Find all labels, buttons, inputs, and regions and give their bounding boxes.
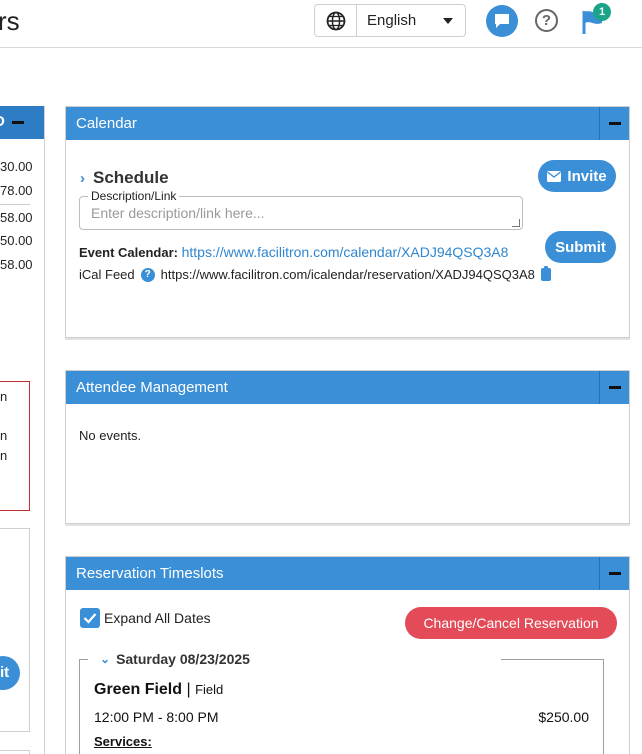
language-value: English bbox=[367, 12, 417, 29]
invite-button[interactable]: Invite bbox=[538, 160, 616, 192]
time-range: 12:00 PM - 8:00 PM bbox=[94, 709, 219, 725]
event-calendar-link[interactable]: https://www.facilitron.com/calendar/XADJ… bbox=[182, 244, 509, 260]
page-title: rs bbox=[0, 6, 20, 36]
invite-label: Invite bbox=[567, 167, 607, 185]
left-card-title: D bbox=[0, 113, 5, 130]
left-amount: 30.00 bbox=[0, 159, 33, 174]
left-card bbox=[0, 750, 30, 754]
envelope-icon bbox=[547, 170, 562, 182]
change-cancel-label: Change/Cancel Reservation bbox=[423, 615, 599, 631]
ical-row: iCal Feed ? https://www.facilitron.com/i… bbox=[79, 266, 551, 282]
empty-state-text: No events. bbox=[79, 428, 142, 443]
timeslots-header: Reservation Timeslots bbox=[66, 557, 629, 590]
left-alert-text: n bbox=[0, 428, 8, 443]
left-alert-text: n bbox=[0, 448, 8, 463]
divider bbox=[501, 659, 603, 660]
top-bar: rs English ? 1 bbox=[0, 0, 642, 48]
description-label: Description/Link bbox=[88, 189, 180, 203]
help-icon[interactable]: ? bbox=[535, 9, 558, 32]
date-label: Saturday 08/23/2025 bbox=[116, 651, 250, 667]
left-card bbox=[0, 528, 30, 732]
question-circle-icon[interactable]: ? bbox=[140, 267, 155, 282]
left-amount: 78.00 bbox=[0, 183, 33, 198]
services-heading: Services: bbox=[94, 734, 152, 749]
submit-label: Submit bbox=[555, 238, 606, 256]
left-amount: 58.00 bbox=[0, 257, 33, 272]
event-calendar-row: Event Calendar: https://www.facilitron.c… bbox=[79, 244, 508, 260]
left-alert-text: n bbox=[0, 389, 8, 404]
globe-icon bbox=[315, 5, 357, 36]
language-select[interactable]: English bbox=[314, 4, 466, 37]
calendar-title: Calendar bbox=[76, 115, 137, 132]
expand-all-checkbox[interactable] bbox=[80, 608, 100, 628]
ical-url: https://www.facilitron.com/icalendar/res… bbox=[160, 267, 535, 282]
timeslots-title: Reservation Timeslots bbox=[76, 565, 224, 582]
schedule-label: Schedule bbox=[93, 168, 169, 187]
divider bbox=[80, 659, 88, 660]
event-calendar-label: Event Calendar: bbox=[79, 245, 178, 260]
divider bbox=[0, 204, 30, 205]
left-amount: 50.00 bbox=[0, 233, 33, 248]
attendee-header: Attendee Management bbox=[66, 371, 629, 404]
calendar-header: Calendar bbox=[66, 107, 629, 140]
clipboard-icon[interactable] bbox=[540, 266, 551, 281]
left-action-label: it bbox=[0, 664, 10, 681]
minimize-icon[interactable] bbox=[12, 121, 24, 124]
minimize-icon[interactable] bbox=[599, 107, 629, 140]
notification-badge: 1 bbox=[593, 3, 611, 21]
date-group: ⌄ Saturday 08/23/2025 Green Field | Fiel… bbox=[79, 651, 604, 754]
facility-name-text: Green Field bbox=[94, 681, 183, 698]
timeslots-card: Reservation Timeslots Expand All Dates C… bbox=[65, 556, 630, 754]
chat-icon[interactable] bbox=[486, 5, 518, 37]
facility-name: Green Field | Field bbox=[94, 681, 223, 699]
left-card-header: D bbox=[0, 106, 45, 139]
chevron-down-icon: ⌄ bbox=[100, 652, 111, 666]
facility-separator: | bbox=[186, 681, 191, 698]
left-amount: 58.00 bbox=[0, 210, 33, 225]
facility-type: Field bbox=[195, 682, 224, 697]
attendee-title: Attendee Management bbox=[76, 379, 228, 396]
price: $250.00 bbox=[538, 709, 589, 725]
description-field[interactable]: Description/Link bbox=[79, 189, 523, 230]
expand-all-label: Expand All Dates bbox=[104, 610, 211, 626]
description-input[interactable] bbox=[91, 205, 491, 221]
ical-label: iCal Feed bbox=[79, 267, 135, 282]
column-divider bbox=[44, 106, 45, 754]
change-cancel-button[interactable]: Change/Cancel Reservation bbox=[405, 607, 617, 639]
minimize-icon[interactable] bbox=[599, 371, 629, 404]
minimize-icon[interactable] bbox=[599, 557, 629, 590]
chevron-down-icon bbox=[443, 18, 453, 24]
date-toggle[interactable]: ⌄ Saturday 08/23/2025 bbox=[98, 651, 252, 667]
schedule-toggle[interactable]: › Schedule bbox=[80, 168, 169, 188]
submit-button[interactable]: Submit bbox=[545, 231, 616, 263]
resize-handle-icon[interactable] bbox=[512, 219, 520, 227]
chevron-right-icon: › bbox=[80, 169, 85, 187]
calendar-card: Calendar Invite › Schedule Description/L… bbox=[65, 106, 630, 340]
attendee-card: Attendee Management No events. bbox=[65, 370, 630, 526]
check-icon bbox=[83, 613, 97, 624]
